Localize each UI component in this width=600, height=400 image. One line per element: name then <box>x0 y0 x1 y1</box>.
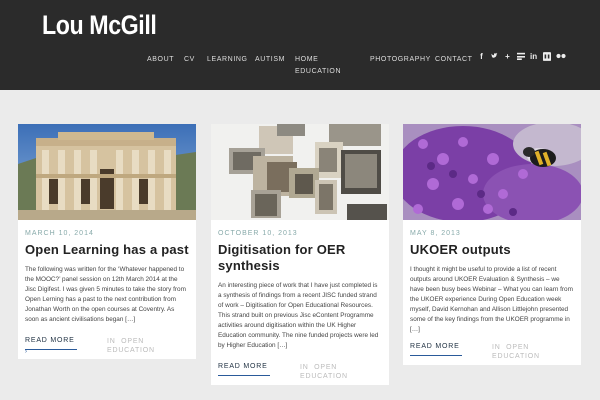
read-more-underline <box>218 375 270 376</box>
rss-icon[interactable] <box>517 52 525 62</box>
flickr-icon[interactable] <box>556 52 566 62</box>
post-title[interactable]: UKOER outputs <box>410 242 574 258</box>
post-date: MARCH 10, 2014 <box>25 230 94 237</box>
youtube-icon[interactable] <box>543 52 551 62</box>
read-more-link[interactable]: READ MORE <box>218 363 268 370</box>
category-prefix: IN <box>492 344 501 351</box>
nav-photography[interactable]: PHOTOGRAPHY <box>370 54 431 66</box>
post-date: MAY 8, 2013 <box>410 230 461 237</box>
post-date: OCTOBER 10, 2013 <box>218 230 298 237</box>
nav-autism[interactable]: AUTISM <box>255 54 285 66</box>
post-title[interactable]: Open Learning has a past <box>25 242 189 258</box>
post-title[interactable]: Digitisation for OER synthesis <box>218 242 382 274</box>
category-prefix: IN <box>300 364 309 371</box>
nav-home-education[interactable]: HOME EDUCATION <box>295 54 343 78</box>
post-card: MARCH 10, 2014 Open Learning has a past … <box>18 124 196 359</box>
archive-photographs-collage[interactable] <box>211 124 389 220</box>
bee-on-purple-flowers-photo[interactable] <box>403 124 581 220</box>
post-excerpt: An interesting piece of work that I have… <box>218 282 379 349</box>
twitter-icon[interactable] <box>491 52 498 62</box>
site-logo[interactable]: Lou McGill <box>42 10 157 41</box>
facebook-icon[interactable]: f <box>478 52 485 62</box>
nav-cv[interactable]: CV <box>184 54 195 66</box>
read-more-link[interactable]: READ MORE <box>25 337 75 344</box>
post-category: IN OPEN EDUCATION <box>492 343 574 361</box>
read-more-underline <box>410 355 462 356</box>
post-card: OCTOBER 10, 2013 Digitisation for OER sy… <box>211 124 389 385</box>
social-links: f + in <box>478 52 566 62</box>
post-excerpt: The following was written for the ‘Whate… <box>25 266 186 323</box>
library-ruins-photo[interactable] <box>18 124 196 220</box>
nav-learning[interactable]: LEARNING <box>207 54 248 66</box>
category-prefix: IN <box>107 338 116 345</box>
post-category: IN OPEN EDUCATION <box>300 363 382 381</box>
arrow-right-icon: › <box>25 349 27 355</box>
linkedin-icon[interactable]: in <box>530 52 537 62</box>
site-header: Lou McGill ABOUT CV LEARNING AUTISM HOME… <box>0 0 600 90</box>
read-more-link[interactable]: READ MORE <box>410 343 460 350</box>
nav-about[interactable]: ABOUT <box>147 54 174 66</box>
post-excerpt: I thought it might be useful to provide … <box>410 266 573 333</box>
post-category: IN OPEN EDUCATION <box>107 337 189 355</box>
post-card: MAY 8, 2013 UKOER outputs I thought it m… <box>403 124 581 365</box>
read-more-underline <box>25 349 77 350</box>
nav-contact[interactable]: CONTACT <box>435 54 473 66</box>
google-plus-icon[interactable]: + <box>504 52 511 62</box>
